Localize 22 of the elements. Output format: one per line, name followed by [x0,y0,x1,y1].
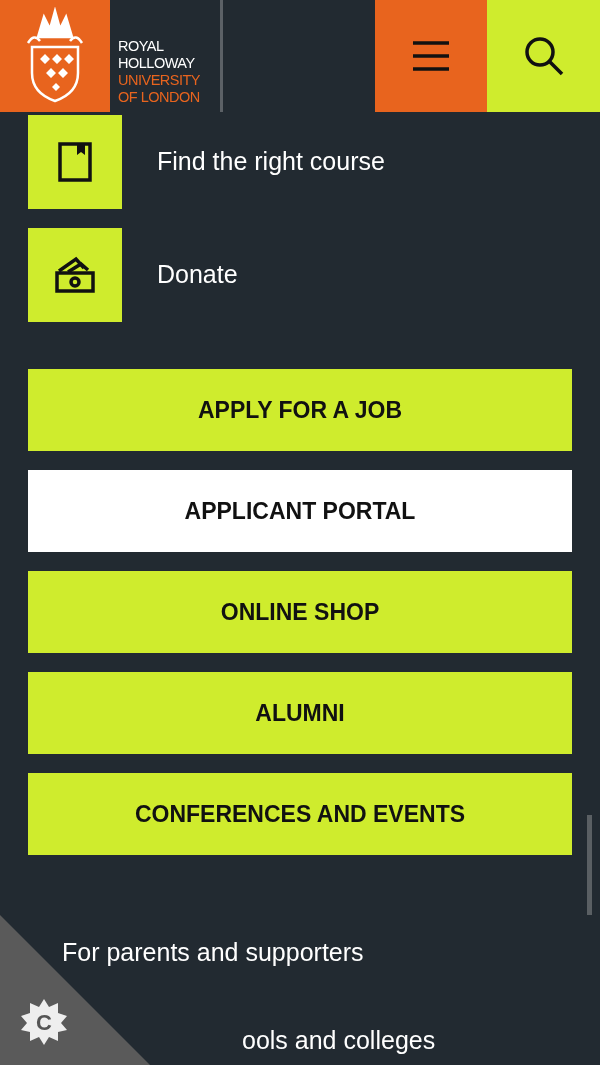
nav-button[interactable]: APPLICANT PORTAL [28,470,572,552]
icon-tile[interactable] [28,228,122,322]
logo-text: OF LONDON [118,89,201,106]
nav-button[interactable]: ONLINE SHOP [28,571,572,653]
nav-button[interactable]: APPLY FOR A JOB [28,369,572,451]
book-icon [58,142,92,182]
nav-link[interactable]: Find the right course [157,143,385,181]
menu-button[interactable] [375,0,487,112]
logo-text: HOLLOWAY [118,55,196,72]
search-button[interactable] [487,0,600,112]
search-icon [523,36,564,76]
nav-button[interactable]: CONFERENCES AND EVENTS [28,773,572,855]
cash-icon [54,255,96,295]
nav-button[interactable]: ALUMNI [28,672,572,754]
cookie-badge[interactable]: C [20,998,68,1046]
logo-text: UNIVERSITY [118,72,201,89]
icon-tile[interactable] [28,115,122,209]
scrollbar[interactable] [587,815,592,915]
menu-icon [412,40,450,72]
crest-logo[interactable] [24,7,86,105]
logo-text: ROYAL [118,38,165,55]
nav-link[interactable]: Donate [157,256,238,294]
